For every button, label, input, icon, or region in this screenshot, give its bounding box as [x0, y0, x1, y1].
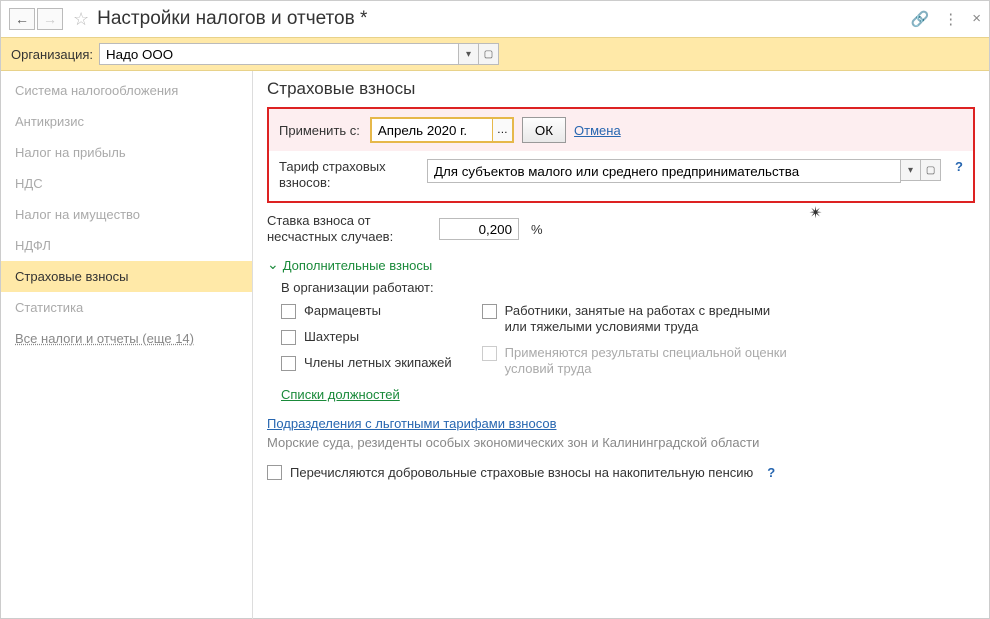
- forward-button[interactable]: →: [37, 8, 63, 30]
- checkbox[interactable]: [281, 330, 296, 345]
- favorite-icon[interactable]: ☆: [73, 9, 89, 30]
- voluntary-checkbox[interactable]: [267, 465, 282, 480]
- check-special-assessment: Применяются результаты специальной оценк…: [482, 345, 792, 377]
- org-label: Организация:: [11, 47, 93, 62]
- tariff-label: Тариф страховых взносов:: [279, 159, 419, 191]
- highlighted-section: Применить с: … ОК Отмена Тариф страховых…: [267, 107, 975, 203]
- info-text: Морские суда, резиденты особых экономиче…: [267, 435, 975, 450]
- check-pharmacists[interactable]: Фармацевты: [281, 303, 452, 319]
- tariff-dropdown-button[interactable]: ▾: [901, 159, 921, 181]
- voluntary-label: Перечисляются добровольные страховые взн…: [290, 465, 753, 480]
- extra-subtitle: В организации работают:: [281, 280, 975, 295]
- content-heading: Страховые взносы: [267, 79, 975, 99]
- check-hazardous-workers[interactable]: Работники, занятые на работах с вредными…: [482, 303, 792, 335]
- checkbox[interactable]: [482, 304, 497, 319]
- sidebar-item-property-tax[interactable]: Налог на имущество: [1, 199, 252, 230]
- checkbox-disabled: [482, 346, 497, 361]
- apply-date-input[interactable]: [372, 119, 492, 141]
- rate-input[interactable]: [439, 218, 519, 240]
- check-miners[interactable]: Шахтеры: [281, 329, 452, 345]
- sidebar-item-vat[interactable]: НДС: [1, 168, 252, 199]
- org-open-button[interactable]: ▢: [479, 43, 499, 65]
- close-icon[interactable]: ×: [972, 10, 981, 28]
- link-icon[interactable]: 🔗: [911, 10, 930, 28]
- cancel-link[interactable]: Отмена: [574, 123, 621, 138]
- rate-unit: %: [531, 222, 543, 237]
- sidebar-item-anticrisis[interactable]: Антикризис: [1, 106, 252, 137]
- sidebar-item-statistics[interactable]: Статистика: [1, 292, 252, 323]
- rate-label: Ставка взноса от несчастных случаев:: [267, 213, 427, 245]
- org-dropdown-button[interactable]: ▾: [459, 43, 479, 65]
- sidebar-item-profit-tax[interactable]: Налог на прибыль: [1, 137, 252, 168]
- check-flight-crew[interactable]: Члены летных экипажей: [281, 355, 452, 371]
- job-lists-link[interactable]: Списки должностей: [281, 387, 400, 402]
- ok-button[interactable]: ОК: [522, 117, 566, 143]
- extra-contributions-toggle[interactable]: Дополнительные взносы: [267, 257, 975, 274]
- voluntary-help-icon[interactable]: ?: [767, 465, 775, 480]
- tariff-open-button[interactable]: ▢: [921, 159, 941, 181]
- tariff-input[interactable]: [427, 159, 901, 183]
- more-icon[interactable]: ⋮: [943, 10, 958, 28]
- back-button[interactable]: ←: [9, 8, 35, 30]
- date-picker-button[interactable]: …: [492, 119, 512, 141]
- sidebar-item-insurance[interactable]: Страховые взносы: [1, 261, 252, 292]
- apply-from-label: Применить с:: [279, 123, 360, 138]
- sidebar-item-tax-system[interactable]: Система налогообложения: [1, 75, 252, 106]
- checkbox[interactable]: [281, 304, 296, 319]
- org-input[interactable]: [99, 43, 459, 65]
- sidebar-item-ndfl[interactable]: НДФЛ: [1, 230, 252, 261]
- page-title: Настройки налогов и отчетов *: [97, 8, 910, 30]
- tariff-help-icon[interactable]: ?: [955, 159, 963, 174]
- checkbox[interactable]: [281, 356, 296, 371]
- divisions-link[interactable]: Подразделения с льготными тарифами взнос…: [267, 416, 557, 431]
- sidebar: Система налогообложения Антикризис Налог…: [1, 71, 253, 619]
- sidebar-all-taxes-link[interactable]: Все налоги и отчеты (еще 14): [1, 323, 252, 354]
